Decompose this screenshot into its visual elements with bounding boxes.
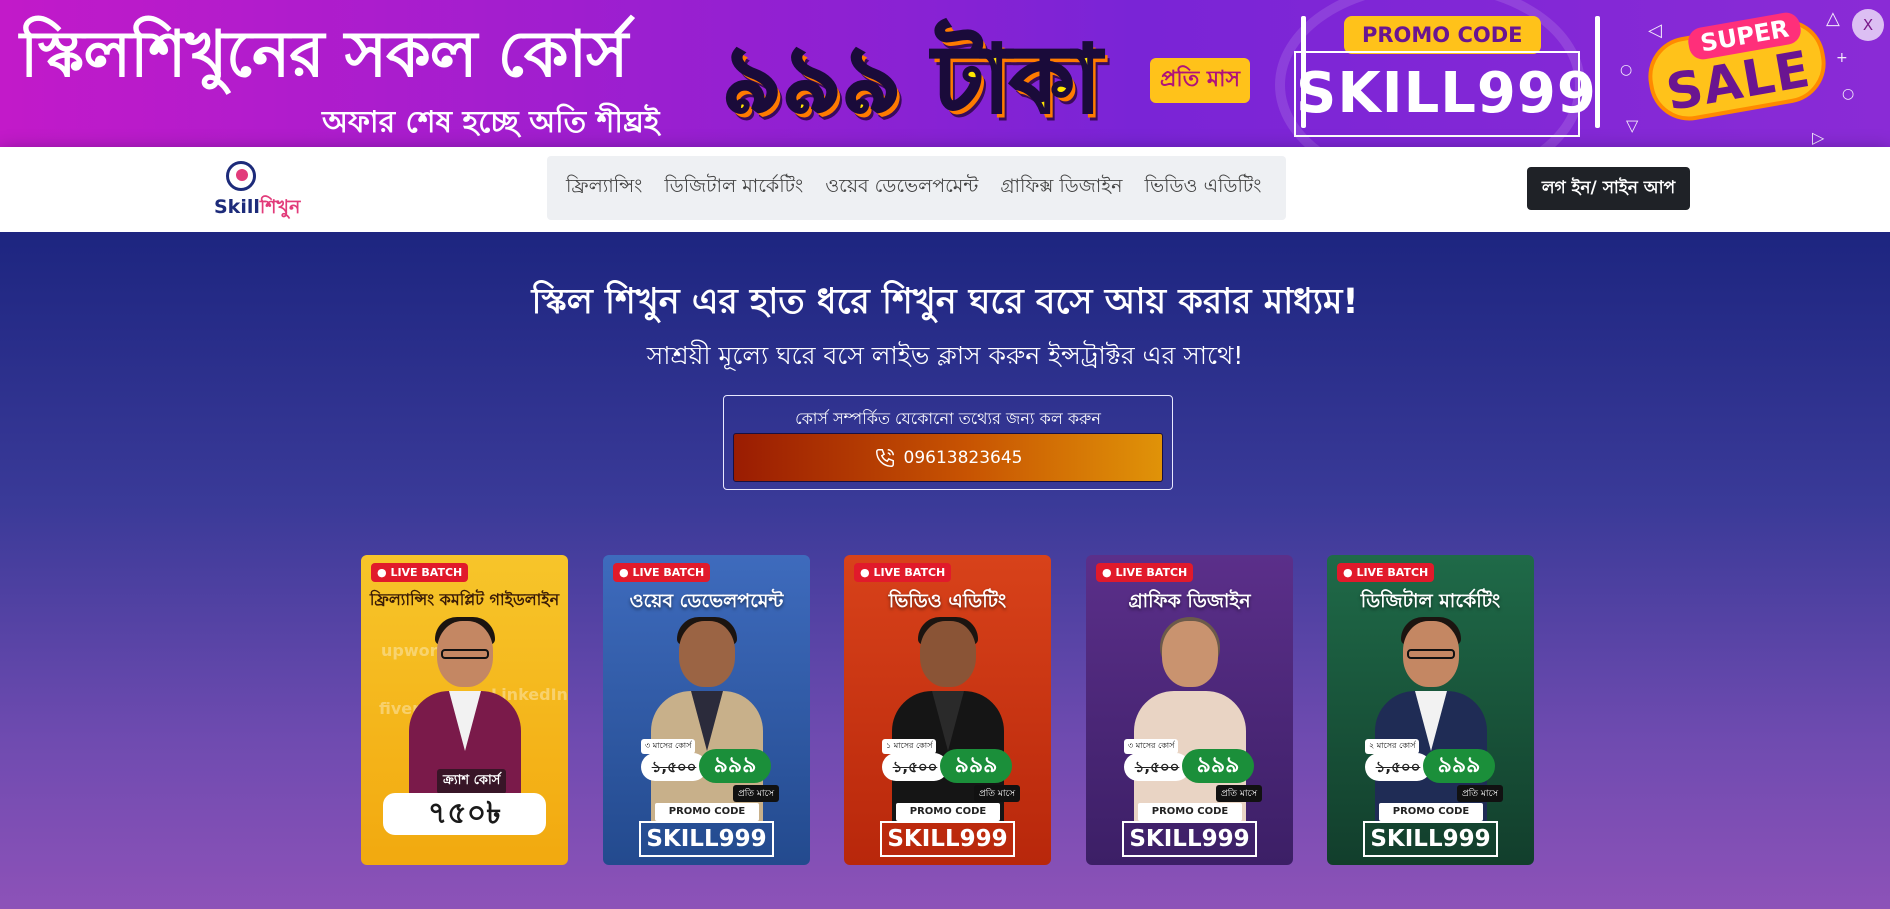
banner-per-month: প্রতি মাস (1150, 58, 1251, 103)
call-label: কোর্স সম্পর্কিত যেকোনো তথ্যের জন্য কল কর… (795, 409, 1101, 428)
promo-code-label: PROMO CODE (896, 803, 1000, 821)
course-title: ডিজিটাল মার্কেটিং (1360, 590, 1501, 612)
triangle-icon: ▽ (1626, 116, 1639, 135)
old-price: ১,৫০০ (1124, 753, 1190, 781)
phone-number: 09613823645 (903, 447, 1023, 468)
promo-code: SKILL999 (1122, 821, 1257, 857)
crash-course-label: ক্র্যাশ কোর্স (437, 769, 507, 794)
nav-item-video-editing[interactable]: ভিডিও এডিটিং (1134, 172, 1273, 204)
old-price: ১,৫০০ (882, 753, 948, 781)
new-price: ৯৯৯ (1182, 749, 1254, 783)
call-box: কোর্স সম্পর্কিত যেকোনো তথ্যের জন্য কল কর… (723, 395, 1173, 490)
live-batch-badge: ● LIVE BATCH (1337, 563, 1435, 582)
course-duration: ৩ মাসের কোর্স (641, 739, 696, 754)
login-signup-button[interactable]: লগ ইন/ সাইন আপ (1527, 167, 1690, 210)
banner-title: স্কিলশিখুনের সকল কোর্স (20, 18, 628, 92)
per-month-label: প্রতি মাসে (974, 785, 1021, 802)
plus-icon: + (1836, 50, 1848, 66)
promo-code: SKILL999 (880, 821, 1015, 857)
old-price: ১,৫০০ (641, 753, 707, 781)
promo-code: SKILL999 (639, 821, 774, 857)
nav-item-digital-marketing[interactable]: ডিজিটাল মার্কেটিং (653, 172, 814, 204)
price-row: ৩ মাসের কোর্স ১,৫০০ ৯৯৯ প্রতি মাসে (641, 739, 781, 802)
logo-text: Skillশিখুন (214, 196, 301, 218)
price-row: ১ মাসের কোর্স ১,৫০০ ৯৯৯ প্রতি মাসে (882, 739, 1022, 802)
new-price: ৯৯৯ (1423, 749, 1495, 783)
phone-icon (875, 448, 894, 467)
promo-code-label: PROMO CODE (1138, 803, 1242, 821)
per-month-label: প্রতি মাসে (1216, 785, 1263, 802)
course-duration: ১ মাসের কোর্স (882, 739, 937, 754)
logo-mic-icon (236, 169, 248, 181)
course-title: ফ্রিল্যান্সিং কমপ্লিট গাইডলাইন (369, 590, 560, 609)
promo-code-label: PROMO CODE (655, 803, 759, 821)
old-price: ১,৫০০ (1365, 753, 1431, 781)
site-header: Skillশিখুন ফ্রিল্যান্সিং ডিজিটাল মার্কেট… (0, 147, 1890, 232)
course-card-digital-marketing[interactable]: ● LIVE BATCH ডিজিটাল মার্কেটিং ২ মাসের ক… (1327, 555, 1534, 865)
course-card-video-editing[interactable]: ● LIVE BATCH ভিডিও এডিটিং ১ মাসের কোর্স … (844, 555, 1051, 865)
main-nav: ফ্রিল্যান্সিং ডিজিটাল মার্কেটিং ওয়েব ডে… (547, 156, 1286, 220)
live-batch-badge: ● LIVE BATCH (854, 563, 952, 582)
per-month-label: প্রতি মাসে (733, 785, 780, 802)
hero-section: স্কিল শিখুন এর হাত ধরে শিখুন ঘরে বসে আয়… (0, 232, 1890, 909)
course-duration: ২ মাসের কোর্স (1365, 739, 1420, 754)
course-card-web-development[interactable]: ● LIVE BATCH ওয়েব ডেভেলপমেন্ট ৩ মাসের ক… (603, 555, 810, 865)
banner-subtitle: অফার শেষ হচ্ছে অতি শীঘ্রই (322, 105, 660, 140)
new-price: ৯৯৯ (699, 749, 771, 783)
hero-title: স্কিল শিখুন এর হাত ধরে শিখুন ঘরে বসে আয়… (531, 282, 1359, 322)
circle-icon: ○ (1842, 86, 1855, 102)
nav-item-web-development[interactable]: ওয়েব ডেভেলপমেন্ট (814, 172, 989, 204)
site-logo[interactable]: Skillশিখুন (214, 159, 300, 221)
banner-close-button[interactable]: X (1852, 9, 1884, 41)
price-row: ৩ মাসের কোর্স ১,৫০০ ৯৯৯ প্রতি মাসে (1124, 739, 1264, 802)
nav-item-freelancing[interactable]: ফ্রিল্যান্সিং (555, 172, 653, 204)
price-row: ২ মাসের কোর্স ১,৫০০ ৯৯৯ প্রতি মাসে (1365, 739, 1505, 802)
circle-icon: ○ (1620, 62, 1633, 78)
triangle-icon: ◁ (1648, 20, 1662, 41)
course-title: ভিডিও এডিটিং (888, 590, 1007, 612)
triangle-icon: ▷ (1812, 128, 1825, 147)
promo-code: SKILL999 (1363, 821, 1498, 857)
course-title: গ্রাফিক ডিজাইন (1128, 590, 1251, 612)
promo-banner[interactable]: স্কিলশিখুনের সকল কোর্স অফার শেষ হচ্ছে অত… (0, 0, 1890, 147)
live-batch-badge: ● LIVE BATCH (1096, 563, 1194, 582)
live-batch-badge: ● LIVE BATCH (613, 563, 711, 582)
course-card-graphic-design[interactable]: ● LIVE BATCH গ্রাফিক ডিজাইন ৩ মাসের কোর্… (1086, 555, 1293, 865)
course-title: ওয়েব ডেভেলপমেন্ট (629, 590, 784, 612)
promo-code-label: PROMO CODE (1379, 803, 1483, 821)
live-batch-badge: ● LIVE BATCH (371, 563, 469, 582)
nav-item-graphics-design[interactable]: গ্রাফিক্স ডিজাইন (989, 172, 1133, 204)
hero-subtitle: সাশ্রয়ী মূল্যে ঘরে বসে লাইভ ক্লাস করুন … (646, 341, 1244, 370)
banner-promo-code: SKILL999 (1294, 51, 1596, 137)
per-month-label: প্রতি মাসে (1457, 785, 1504, 802)
new-price: ৯৯৯ (940, 749, 1012, 783)
call-button[interactable]: 09613823645 (733, 433, 1163, 482)
course-duration: ৩ মাসের কোর্স (1124, 739, 1179, 754)
triangle-icon: △ (1826, 8, 1840, 29)
banner-promo-label: PROMO CODE (1344, 16, 1541, 54)
crash-course-price: ৭৫০৳ (383, 793, 546, 835)
course-card-freelancing[interactable]: ● LIVE BATCH ফ্রিল্যান্সিং কমপ্লিট গাইডল… (361, 555, 568, 865)
banner-price: ৯৯৯ টাকা (721, 25, 1103, 135)
